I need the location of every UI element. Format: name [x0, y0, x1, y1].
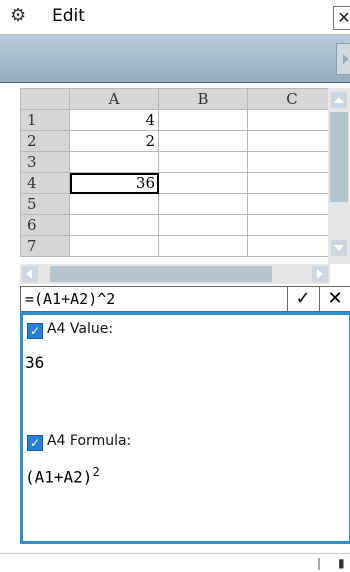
formula-checkbox[interactable]: ✓ — [27, 435, 43, 451]
table-row: 4 36 — [20, 172, 337, 194]
formula-label: A4 Formula: — [47, 433, 132, 449]
battery-icon: ▮ — [338, 556, 345, 570]
value-text: 36 — [25, 353, 45, 372]
scroll-down-icon[interactable] — [331, 240, 347, 256]
table-row: 2 2 — [20, 130, 337, 152]
cell-c6[interactable] — [247, 214, 337, 236]
vertical-scroll-thumb[interactable] — [330, 112, 348, 202]
cell-a3[interactable] — [69, 151, 159, 173]
formula-input[interactable]: =(A1+A2)^2 — [25, 288, 115, 310]
cell-c7[interactable] — [247, 235, 337, 257]
formula-base: (A1+A2) — [25, 467, 93, 487]
table-row: 6 — [20, 214, 337, 236]
column-header-a[interactable]: A — [69, 88, 159, 110]
row-header[interactable]: 6 — [20, 214, 70, 236]
column-header-b[interactable]: B — [158, 88, 248, 110]
cell-a6[interactable] — [69, 214, 159, 236]
cancel-button[interactable]: ✕ — [319, 287, 350, 311]
horizontal-scrollbar[interactable] — [20, 264, 330, 284]
cell-c4[interactable] — [247, 172, 337, 194]
value-checkbox[interactable]: ✓ — [27, 323, 43, 339]
formula-exponent: 2 — [92, 465, 100, 479]
row-header[interactable]: 1 — [20, 109, 70, 131]
toolbar — [0, 35, 350, 83]
row-header[interactable]: 3 — [20, 151, 70, 173]
formula-text: (A1+A2)2 — [25, 465, 100, 486]
row-header[interactable]: 7 — [20, 235, 70, 257]
cell-inspector-panel: ✓ A4 Value: 36 ✓ A4 Formula: (A1+A2)2 — [20, 312, 350, 544]
cell-a5[interactable] — [69, 193, 159, 215]
scroll-right-icon[interactable] — [312, 266, 328, 282]
corner-header[interactable] — [20, 88, 70, 110]
divider — [318, 558, 320, 570]
cell-b6[interactable] — [158, 214, 248, 236]
edit-menu[interactable]: Edit — [52, 4, 85, 28]
cell-c3[interactable] — [247, 151, 337, 173]
table-row: 1 4 — [20, 109, 337, 131]
scroll-left-icon[interactable] — [22, 266, 38, 282]
cell-a4[interactable]: 36 — [69, 172, 159, 194]
column-header-c[interactable]: C — [247, 88, 337, 110]
row-header[interactable]: 2 — [20, 130, 70, 152]
cell-a1[interactable]: 4 — [69, 109, 159, 131]
row-header[interactable]: 5 — [20, 193, 70, 215]
row-header[interactable]: 4 — [20, 172, 70, 194]
cell-c1[interactable] — [247, 109, 337, 131]
table-row: 3 — [20, 151, 337, 173]
table-row: 7 — [20, 235, 337, 257]
cell-a2[interactable]: 2 — [69, 130, 159, 152]
cell-c2[interactable] — [247, 130, 337, 152]
cell-b5[interactable] — [158, 193, 248, 215]
cell-a7[interactable] — [69, 235, 159, 257]
spreadsheet-table: A B C 1 4 2 2 3 4 36 5 6 7 — [20, 88, 337, 257]
gear-icon[interactable]: ⚙ — [10, 6, 30, 26]
cell-b7[interactable] — [158, 235, 248, 257]
table-row: 5 — [20, 193, 337, 215]
close-button[interactable]: ✕ — [333, 6, 350, 30]
formula-bar[interactable]: =(A1+A2)^2 ✓ ✕ — [20, 286, 350, 312]
vertical-scrollbar[interactable] — [328, 88, 350, 264]
status-bar: ▮ — [0, 553, 350, 572]
horizontal-scroll-thumb[interactable] — [50, 266, 272, 282]
scroll-up-icon[interactable] — [331, 92, 347, 108]
cell-c5[interactable] — [247, 193, 337, 215]
cell-b1[interactable] — [158, 109, 248, 131]
menu-bar: ⚙ Edit ✕ — [0, 0, 350, 35]
toolbar-scroll-right-button[interactable] — [336, 43, 350, 75]
cell-b2[interactable] — [158, 130, 248, 152]
cell-b4[interactable] — [158, 172, 248, 194]
confirm-button[interactable]: ✓ — [287, 287, 318, 311]
spreadsheet-grid: A B C 1 4 2 2 3 4 36 5 6 7 — [20, 88, 350, 264]
cell-b3[interactable] — [158, 151, 248, 173]
value-label: A4 Value: — [47, 321, 114, 337]
